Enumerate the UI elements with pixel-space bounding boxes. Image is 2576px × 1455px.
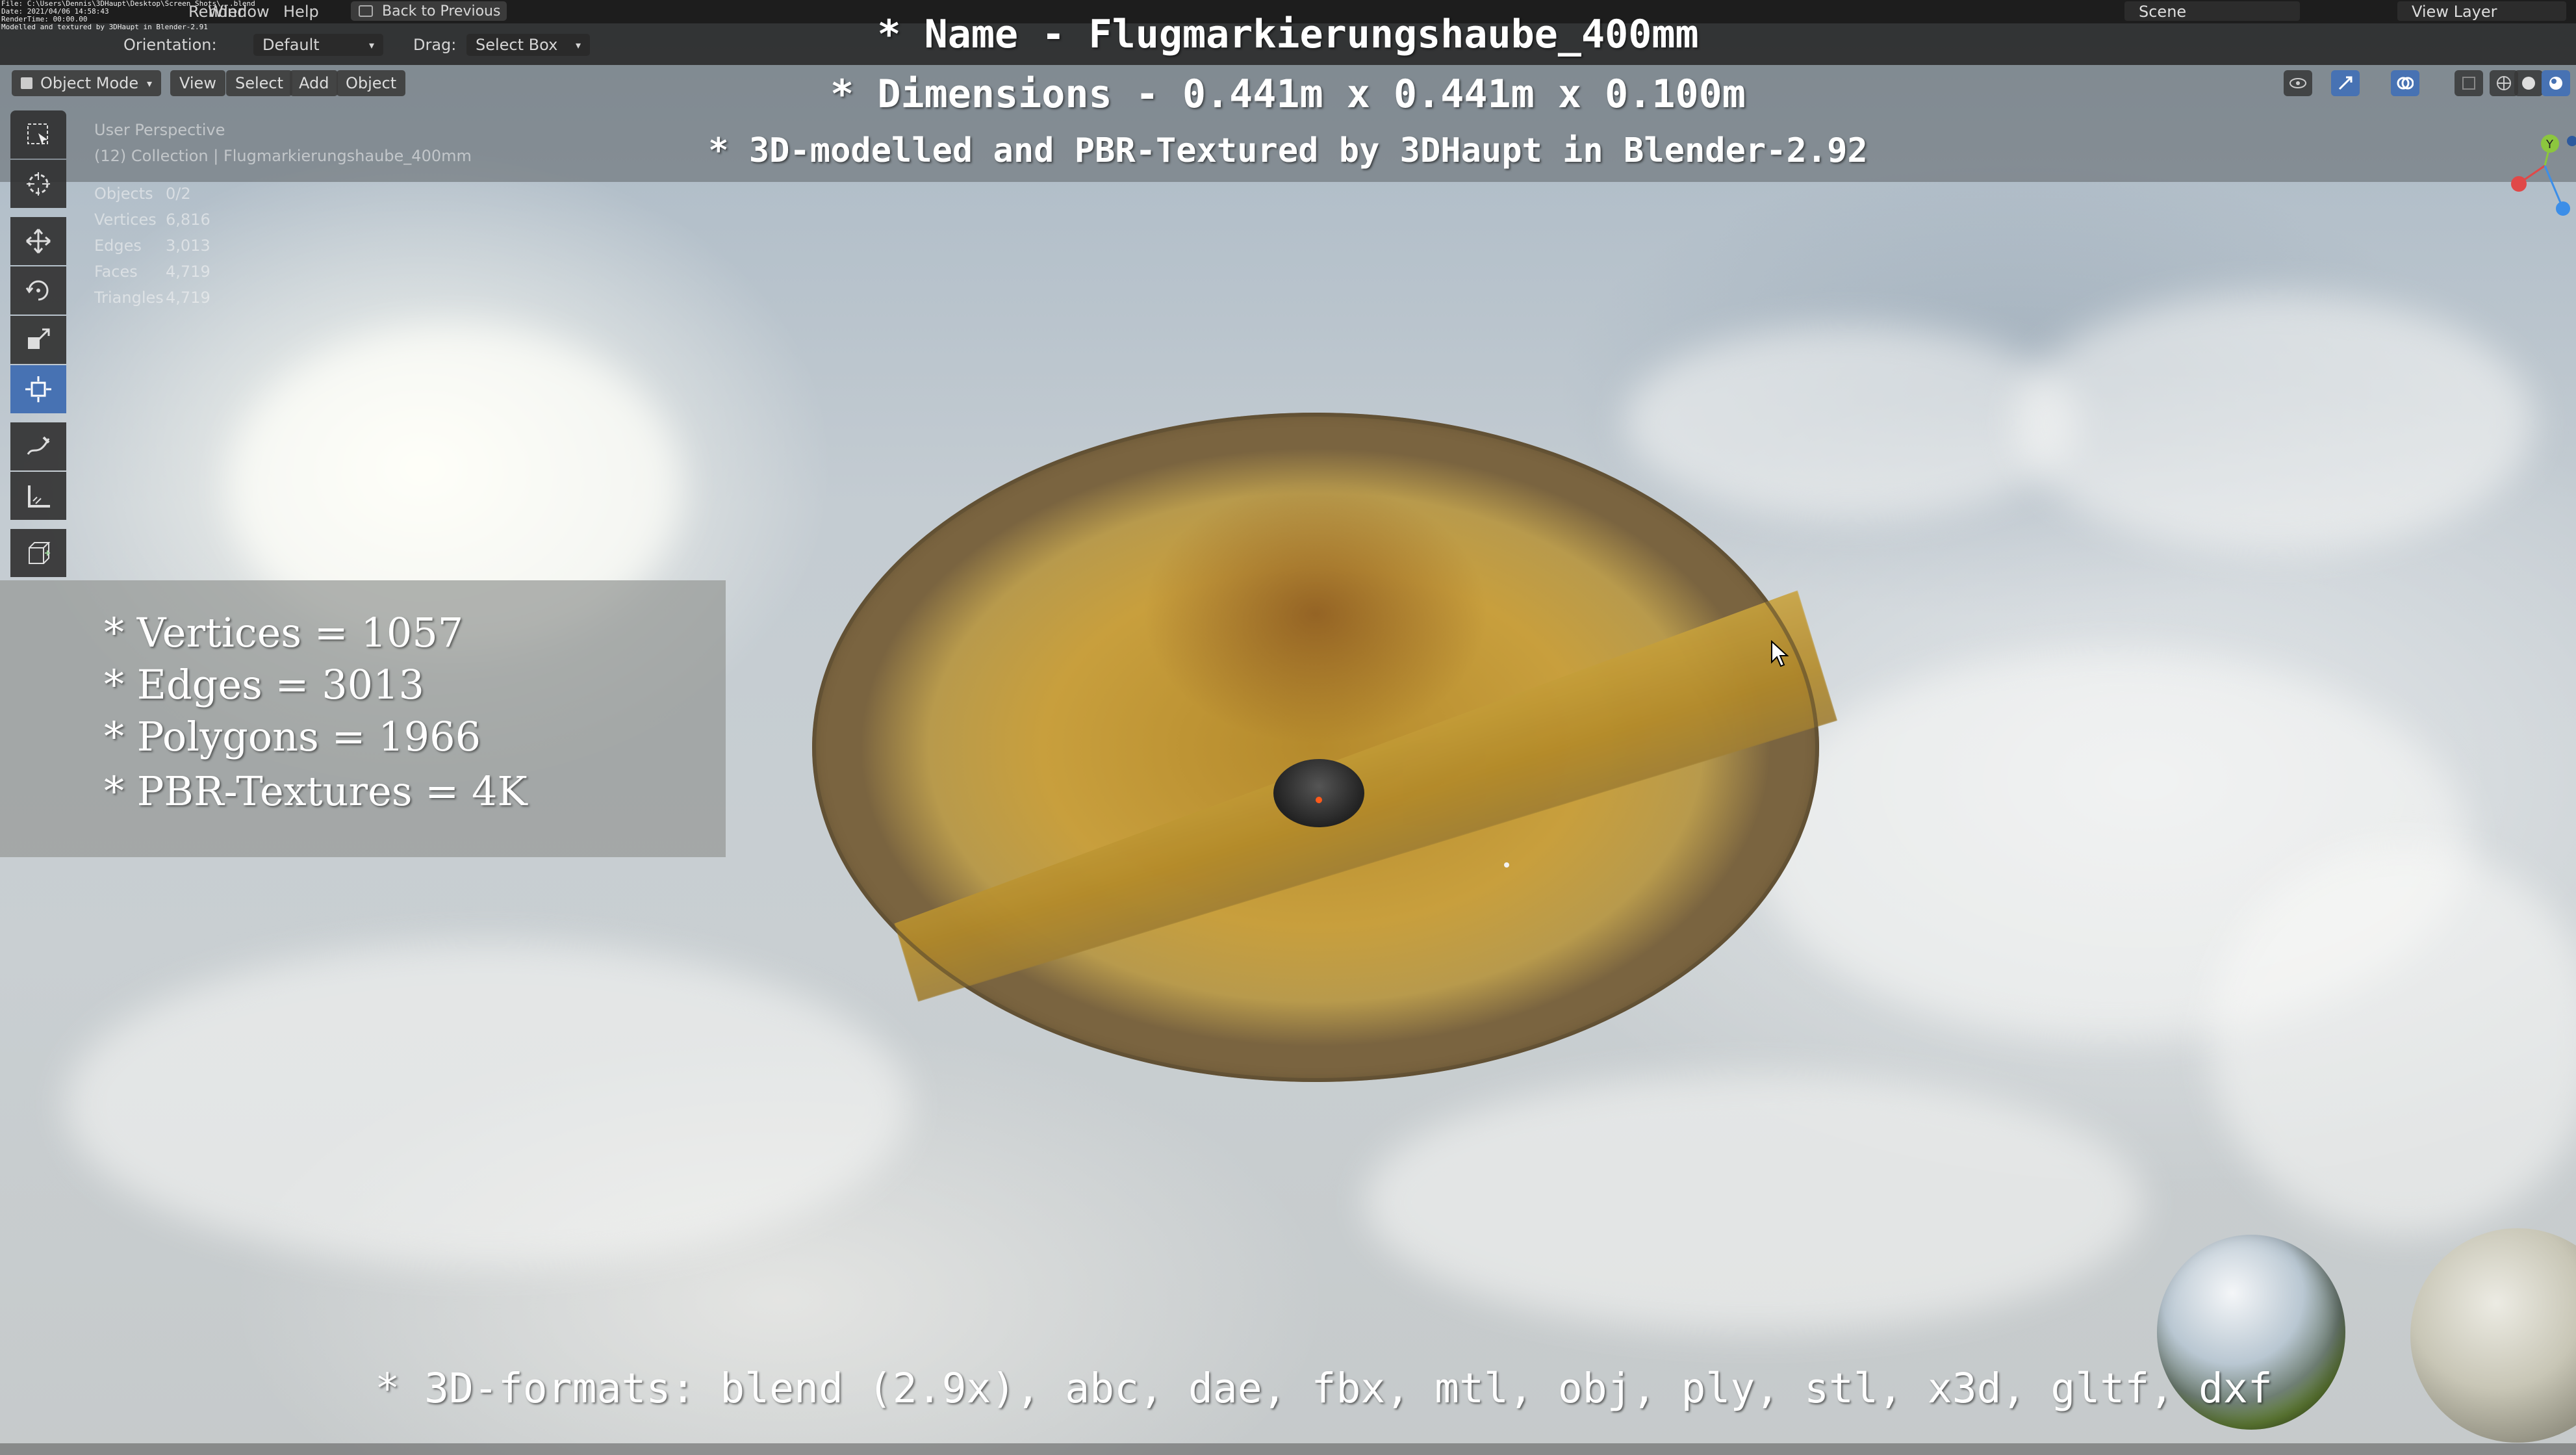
add-cube-tool[interactable] xyxy=(10,529,66,577)
model-name-title: * Name - Flugmarkierungshaube_400mm xyxy=(877,12,1699,57)
cap-rim xyxy=(812,413,1819,1082)
gizmo-x-axis-icon xyxy=(2511,176,2527,192)
object-origin-dot xyxy=(1316,797,1322,803)
stat-triangles-label: Triangles xyxy=(94,289,164,307)
stat-vertices-value: 6,816 xyxy=(166,211,210,229)
navigation-gizmo[interactable]: Y xyxy=(2505,127,2576,218)
formats-caption: * 3D-formats: blend (2.9x), abc, dae, fb… xyxy=(375,1365,2273,1412)
status-bar xyxy=(0,1443,2576,1455)
stat-objects-value: 0/2 xyxy=(166,185,191,203)
tool-shelf xyxy=(10,110,68,578)
select-box-icon xyxy=(27,123,48,145)
stat-panel-edges: * Edges = 3013 xyxy=(104,661,425,708)
stat-vertices-label: Vertices xyxy=(94,211,157,229)
stat-panel-polygons: * Polygons = 1966 xyxy=(104,713,481,760)
select-box-tool[interactable] xyxy=(10,110,66,159)
gizmo-neg-z-icon xyxy=(2567,136,2576,146)
stat-triangles-value: 4,719 xyxy=(166,289,210,307)
model-stats-panel: * Vertices = 1057 * Edges = 3013 * Polyg… xyxy=(0,580,726,857)
cursor-tool[interactable] xyxy=(10,160,66,208)
gizmo-y-label: Y xyxy=(2545,138,2554,151)
cap-hub xyxy=(1273,759,1364,827)
mouse-cursor-icon xyxy=(1771,640,1789,667)
stat-panel-textures: * PBR-Textures = 4K xyxy=(104,767,528,815)
measure-tool[interactable] xyxy=(10,472,66,520)
add-cube-icon xyxy=(29,542,51,564)
scene-statistics: Objects 0/2 Vertices 6,816 Edges 3,013 Face… xyxy=(94,181,210,311)
move-tool[interactable] xyxy=(10,217,66,265)
stat-edges-value: 3,013 xyxy=(166,237,210,255)
stat-objects-label: Objects xyxy=(94,185,153,203)
transform-tool[interactable] xyxy=(10,365,66,413)
light-dot xyxy=(1504,862,1509,868)
measure-icon xyxy=(28,485,50,508)
annotate-tool[interactable] xyxy=(10,422,66,470)
stat-edges-label: Edges xyxy=(94,237,142,255)
collection-label: (12) Collection | Flugmarkierungshaube_4… xyxy=(94,147,472,165)
view-perspective-label: User Perspective xyxy=(94,121,225,139)
model-dimensions-title: * Dimensions - 0.441m x 0.441m x 0.100m xyxy=(830,71,1746,117)
rotate-tool[interactable] xyxy=(10,266,66,315)
scale-tool[interactable] xyxy=(10,316,66,364)
move-icon xyxy=(26,229,51,253)
render-info-text: File: C:\Users\Dennis\3DHaupt\Desktop\Sc… xyxy=(1,0,255,31)
transform-icon xyxy=(25,376,51,402)
stat-faces-value: 4,719 xyxy=(166,263,210,281)
rotate-icon xyxy=(25,280,49,301)
scale-icon xyxy=(28,328,50,349)
stat-panel-vertices: * Vertices = 1057 xyxy=(104,609,464,656)
viewport-info: User Perspective (12) Collection | Flugm… xyxy=(94,117,472,169)
annotate-icon xyxy=(27,436,50,455)
gizmo-z-axis-icon xyxy=(2556,201,2570,216)
stat-faces-label: Faces xyxy=(94,263,138,281)
cursor-icon xyxy=(27,172,50,196)
